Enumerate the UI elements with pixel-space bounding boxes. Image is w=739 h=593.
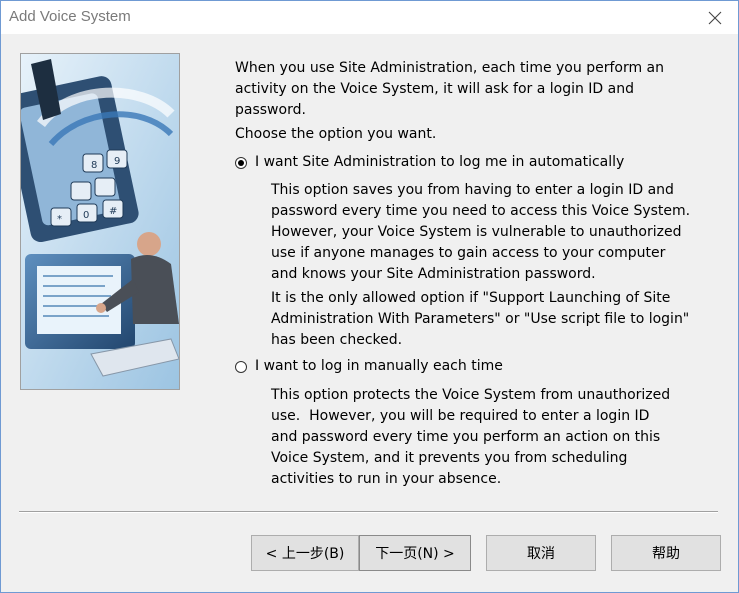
help-button[interactable]: 帮助 [611,535,721,571]
option-auto-note: has been checked. [271,332,403,348]
wizard-illustration: 8 9 0 # * [3,53,180,390]
intro-line: activity on the Voice System, it will as… [235,81,634,97]
option-auto-desc: password every time you need to access t… [271,203,691,219]
option-auto-desc: and knows your Site Administration passw… [271,266,596,282]
option-manual-desc: and password every time you perform an a… [271,429,661,445]
back-button[interactable]: < 上一步(B) [251,535,359,571]
option-auto-desc: However, your Voice System is vulnerable… [271,224,682,240]
close-icon [708,11,722,24]
button-divider [19,511,718,513]
svg-text:9: 9 [114,156,120,167]
option-auto-login[interactable]: I want Site Administration to log me in … [235,152,624,173]
option-manual-label: I want to log in manually each time [255,358,503,374]
option-manual-login[interactable]: I want to log in manually each time [235,356,503,377]
option-manual-desc: use. However, you will be required to en… [271,408,650,424]
option-auto-note: Administration With Parameters" or "Use … [271,311,690,327]
intro-line: When you use Site Administration, each t… [235,60,664,76]
cancel-button[interactable]: 取消 [486,535,596,571]
option-auto-label: I want Site Administration to log me in … [255,154,625,170]
svg-text:#: # [109,206,117,217]
dialog-window: Add Voice System 8 9 0 # * When you use … [0,0,739,593]
next-button[interactable]: 下一页(N) > [359,535,471,571]
option-manual-desc: This option protects the Voice System fr… [271,387,671,403]
svg-text:0: 0 [83,210,89,221]
intro-line: password. [235,102,306,118]
window-title: Add Voice System [9,8,131,25]
title-bar[interactable]: Add Voice System [1,1,738,34]
svg-text:*: * [57,214,62,225]
close-button[interactable] [692,1,738,34]
radio-manual-login[interactable] [235,360,247,373]
option-manual-desc: activities to run in your absence. [271,471,502,487]
option-auto-desc: use if anyone manages to gain access to … [271,245,666,261]
dialog-body: 8 9 0 # * When you use Site Administrati… [3,34,734,588]
choose-prompt: Choose the option you want. [235,126,437,142]
option-auto-desc: This option saves you from having to ent… [271,182,674,198]
option-manual-desc: Voice System, and it prevents you from s… [271,450,628,466]
option-auto-note: It is the only allowed option if "Suppor… [271,290,671,306]
svg-text:8: 8 [91,160,97,171]
radio-auto-login[interactable] [235,156,247,169]
